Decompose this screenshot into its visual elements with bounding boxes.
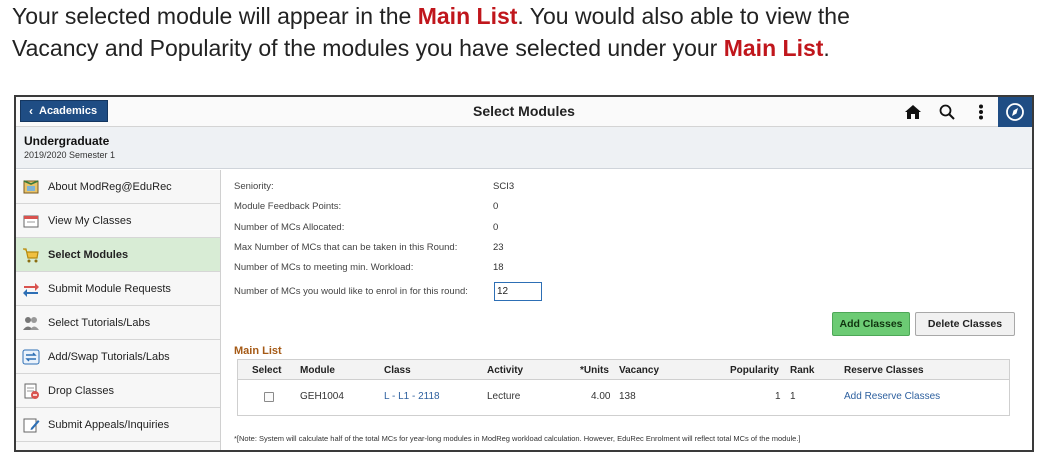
- top-actions: [896, 97, 1032, 127]
- search-icon[interactable]: [930, 97, 964, 127]
- info-book-icon: [22, 178, 40, 196]
- col-select: Select: [252, 365, 282, 376]
- sidebar-item-select-tutorials-labs[interactable]: Select Tutorials/Labs: [16, 306, 220, 340]
- mcs-allocated-value: 0: [493, 222, 499, 233]
- min-workload-value: 18: [493, 262, 504, 273]
- col-class: Class: [384, 365, 411, 376]
- sidebar-item-view-my-classes[interactable]: View My Classes: [16, 204, 220, 238]
- chevron-left-icon: ‹: [29, 104, 33, 118]
- sidebar-item-submit-appeals[interactable]: Submit Appeals/Inquiries: [16, 408, 220, 442]
- col-activity: Activity: [487, 365, 524, 376]
- mcs-allocated-label: Number of MCs Allocated:: [234, 222, 345, 233]
- units-value: 4.00: [591, 391, 611, 402]
- delete-classes-button[interactable]: Delete Classes: [915, 312, 1015, 336]
- cart-icon: [22, 246, 40, 264]
- career-title: Undergraduate: [24, 134, 110, 148]
- back-button-label: Academics: [39, 105, 98, 117]
- group-icon: [22, 314, 40, 332]
- popularity-value: 1: [775, 391, 781, 402]
- table-row: GEH1004 L - L1 - 2118 Lecture 4.00 138 1…: [238, 380, 1009, 415]
- col-rank: Rank: [790, 365, 815, 376]
- main-list-title: Main List: [234, 345, 282, 357]
- sidebar-item-drop-classes[interactable]: Drop Classes: [16, 374, 220, 408]
- navbar-icon[interactable]: [998, 97, 1032, 127]
- seniority-label: Seniority:: [234, 181, 274, 192]
- min-workload-label: Number of MCs to meeting min. Workload:: [234, 262, 414, 273]
- grid-header: Select Module Class Activity *Units Vaca…: [238, 360, 1009, 380]
- col-popularity: Popularity: [730, 365, 779, 376]
- main-list-emphasis: Main List: [417, 3, 518, 29]
- edit-icon: [22, 416, 40, 434]
- activity-value: Lecture: [487, 391, 521, 402]
- seniority-value: SCI3: [493, 181, 515, 192]
- rank-value: 1: [790, 391, 796, 402]
- add-reserve-classes-link[interactable]: Add Reserve Classes: [844, 391, 940, 402]
- intro-text: Your selected module will appear in the …: [12, 0, 1032, 64]
- class-link[interactable]: L - L1 - 2118: [384, 391, 440, 402]
- sidebar-item-about-modreg[interactable]: About ModReg@EduRec: [16, 170, 220, 204]
- vacancy-value: 138: [619, 391, 636, 402]
- swap-icon: [22, 348, 40, 366]
- select-checkbox[interactable]: [264, 392, 274, 402]
- intro-line-2: Vacancy and Popularity of the modules yo…: [12, 35, 830, 61]
- career-header: Undergraduate 2019/2020 Semester 1: [16, 127, 1032, 169]
- main-list-grid: Select Module Class Activity *Units Vaca…: [237, 359, 1010, 416]
- term-label: 2019/2020 Semester 1: [24, 150, 116, 160]
- calendar-icon: [22, 212, 40, 230]
- sidebar-item-submit-module-requests[interactable]: Submit Module Requests: [16, 272, 220, 306]
- enrol-mcs-label: Number of MCs you would like to enrol in…: [234, 286, 468, 297]
- exchange-icon: [22, 280, 40, 298]
- page-title: Select Modules: [473, 103, 575, 119]
- workload-note: *[Note: System will calculate half of th…: [234, 434, 801, 443]
- drop-icon: [22, 382, 40, 400]
- top-bar: ‹ Academics Select Modules: [16, 97, 1032, 127]
- back-button[interactable]: ‹ Academics: [20, 100, 109, 122]
- sidebar-item-add-swap-tutorials-labs[interactable]: Add/Swap Tutorials/Labs: [16, 340, 220, 374]
- home-icon[interactable]: [896, 97, 930, 127]
- col-units: *Units: [580, 365, 609, 376]
- app-window: ‹ Academics Select Modules Undergraduate…: [14, 95, 1034, 452]
- feedback-points-value: 0: [493, 201, 499, 212]
- col-module: Module: [300, 365, 335, 376]
- main-list-emphasis: Main List: [723, 35, 824, 61]
- col-reserve-classes: Reserve Classes: [844, 365, 924, 376]
- sidebar-item-select-modules[interactable]: Select Modules: [16, 238, 220, 272]
- intro-line-1: Your selected module will appear in the …: [12, 3, 850, 29]
- feedback-points-label: Module Feedback Points:: [234, 201, 342, 212]
- sidebar: About ModReg@EduRec View My Classes Sele…: [16, 170, 221, 450]
- module-code: GEH1004: [300, 391, 344, 402]
- more-icon[interactable]: [964, 97, 998, 127]
- col-vacancy: Vacancy: [619, 365, 660, 376]
- add-classes-button[interactable]: Add Classes: [832, 312, 910, 336]
- main-content: Seniority: SCI3 Module Feedback Points: …: [234, 170, 1032, 450]
- max-mcs-label: Max Number of MCs that can be taken in t…: [234, 242, 458, 253]
- enrol-mcs-input[interactable]: [494, 282, 542, 301]
- max-mcs-value: 23: [493, 242, 504, 253]
